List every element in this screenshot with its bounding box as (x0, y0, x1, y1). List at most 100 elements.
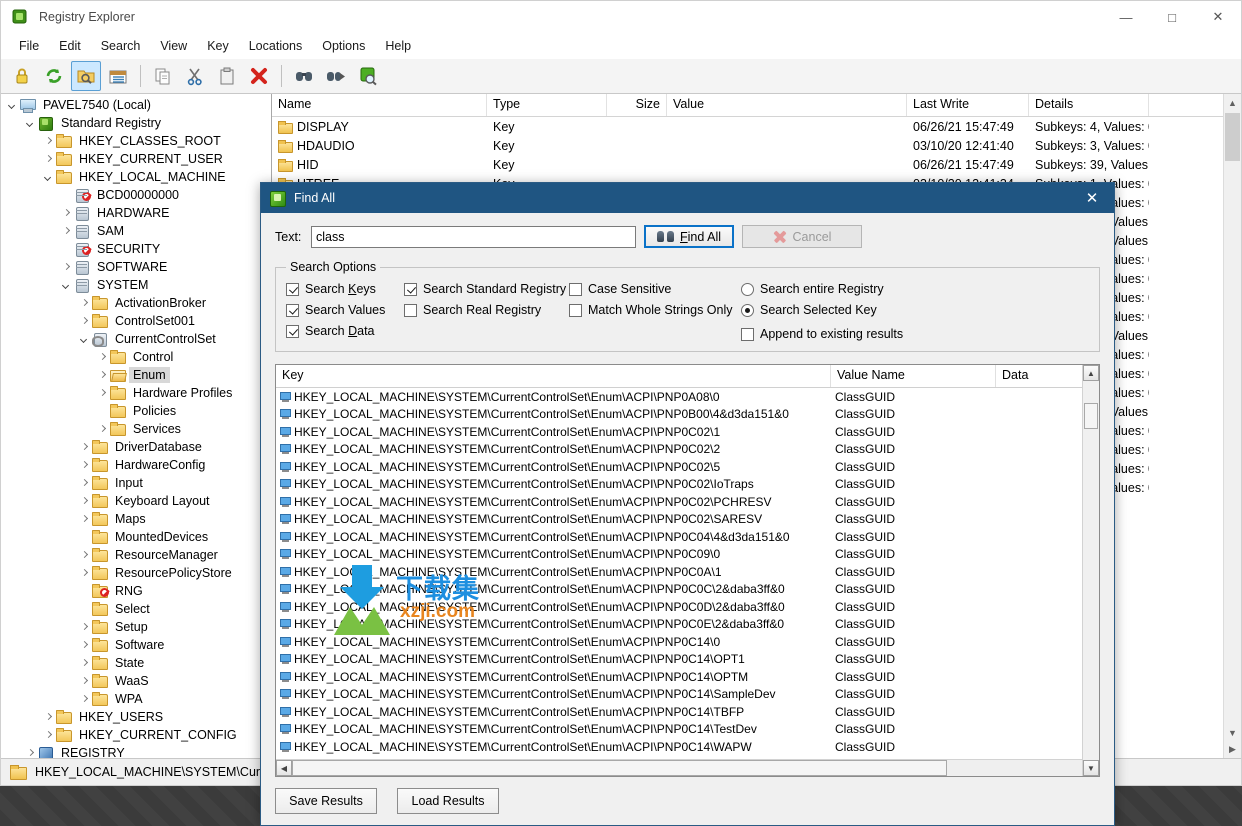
results-row[interactable]: HKEY_LOCAL_MACHINE\SYSTEM\CurrentControl… (276, 598, 1099, 616)
checkbox-search-standard-registry[interactable]: Search Standard Registry (404, 282, 569, 296)
dialog-close-button[interactable]: ✕ (1070, 183, 1114, 213)
results-hscroll-track[interactable] (947, 760, 1083, 776)
results-row[interactable]: HKEY_LOCAL_MACHINE\SYSTEM\CurrentControl… (276, 668, 1099, 686)
results-row[interactable]: HKEY_LOCAL_MACHINE\SYSTEM\CurrentControl… (276, 738, 1099, 756)
menu-item-search[interactable]: Search (91, 36, 151, 56)
menu-item-view[interactable]: View (150, 36, 197, 56)
chevron-right-icon[interactable] (79, 639, 91, 651)
results-row[interactable]: HKEY_LOCAL_MACHINE\SYSTEM\CurrentControl… (276, 756, 1099, 759)
radio-search-entire-registry[interactable]: Search entire Registry (741, 282, 903, 296)
list-row[interactable]: HID Key 06/26/21 15:47:49 Subkeys: 39, Valu… (272, 155, 1241, 174)
tree-item-hkey-local-machine[interactable]: HKEY_LOCAL_MACHINE (1, 168, 271, 186)
close-button[interactable]: ✕ (1195, 1, 1241, 33)
results-scroll-up-arrow[interactable]: ▲ (1083, 365, 1099, 381)
results-horizontal-scrollbar[interactable]: ◀ ▶ (276, 759, 1099, 776)
maximize-button[interactable]: □ (1149, 1, 1195, 33)
chevron-right-icon[interactable] (79, 675, 91, 687)
checkbox-search-data[interactable]: Search Data (286, 324, 404, 338)
results-row[interactable]: HKEY_LOCAL_MACHINE\SYSTEM\CurrentControl… (276, 686, 1099, 704)
tree-item-state[interactable]: State (1, 654, 271, 672)
tree-item-mounteddevices[interactable]: MountedDevices (1, 528, 271, 546)
results-row[interactable]: HKEY_LOCAL_MACHINE\SYSTEM\CurrentControl… (276, 721, 1099, 739)
refresh-icon[interactable] (39, 61, 69, 91)
tree-item-sam[interactable]: SAM (1, 222, 271, 240)
menu-item-key[interactable]: Key (197, 36, 239, 56)
cut-icon[interactable] (180, 61, 210, 91)
tree-item-activationbroker[interactable]: ActivationBroker (1, 294, 271, 312)
results-row[interactable]: HKEY_LOCAL_MACHINE\SYSTEM\CurrentControl… (276, 703, 1099, 721)
chevron-right-icon[interactable] (79, 441, 91, 453)
tree-item-select[interactable]: Select (1, 600, 271, 618)
results-vertical-scrollbar[interactable]: ▲ ▼ (1082, 365, 1099, 776)
tree-item-controlset001[interactable]: ControlSet001 (1, 312, 271, 330)
checkbox-search-keys[interactable]: Search Keys (286, 282, 404, 296)
tree-item-driverdatabase[interactable]: DriverDatabase (1, 438, 271, 456)
chevron-down-icon[interactable] (43, 171, 55, 183)
list-column-header-size[interactable]: Size (607, 94, 667, 116)
chevron-right-icon[interactable] (79, 549, 91, 561)
tree-item-hkey-current-user[interactable]: HKEY_CURRENT_USER (1, 150, 271, 168)
chevron-right-icon[interactable] (61, 261, 73, 273)
results-hscroll-thumb[interactable] (292, 760, 947, 776)
scroll-thumb[interactable] (1225, 113, 1240, 161)
results-row[interactable]: HKEY_LOCAL_MACHINE\SYSTEM\CurrentControl… (276, 528, 1099, 546)
menu-item-options[interactable]: Options (312, 36, 375, 56)
results-row[interactable]: HKEY_LOCAL_MACHINE\SYSTEM\CurrentControl… (276, 616, 1099, 634)
find-next-icon[interactable] (321, 61, 351, 91)
checkbox-match-whole-strings-only[interactable]: Match Whole Strings Only (569, 303, 741, 317)
chevron-right-icon[interactable] (61, 225, 73, 237)
menu-item-file[interactable]: File (9, 36, 49, 56)
bookmarks-icon[interactable] (103, 61, 133, 91)
results-column-header-value-name[interactable]: Value Name (831, 365, 996, 387)
results-scroll-down-arrow[interactable]: ▼ (1083, 760, 1099, 776)
minimize-button[interactable]: — (1103, 1, 1149, 33)
find-all-button[interactable]: Find All (644, 225, 734, 248)
chevron-down-icon[interactable] (25, 117, 37, 129)
tree-item-system[interactable]: SYSTEM (1, 276, 271, 294)
chevron-right-icon[interactable] (97, 423, 109, 435)
results-row[interactable]: HKEY_LOCAL_MACHINE\SYSTEM\CurrentControl… (276, 633, 1099, 651)
tree-item-hardwareconfig[interactable]: HardwareConfig (1, 456, 271, 474)
chevron-right-icon[interactable] (43, 153, 55, 165)
chevron-right-icon[interactable] (79, 459, 91, 471)
tree-item-hkey-users[interactable]: HKEY_USERS (1, 708, 271, 726)
chevron-right-icon[interactable] (79, 693, 91, 705)
chevron-down-icon[interactable] (61, 279, 73, 291)
tree-item-pavel7540-local-[interactable]: PAVEL7540 (Local) (1, 96, 271, 114)
checkbox-search-values[interactable]: Search Values (286, 303, 404, 317)
menu-item-edit[interactable]: Edit (49, 36, 91, 56)
results-row[interactable]: HKEY_LOCAL_MACHINE\SYSTEM\CurrentControl… (276, 651, 1099, 669)
results-row[interactable]: HKEY_LOCAL_MACHINE\SYSTEM\CurrentControl… (276, 406, 1099, 424)
results-column-header-key[interactable]: Key (276, 365, 831, 387)
chevron-right-icon[interactable] (79, 495, 91, 507)
list-vertical-scrollbar[interactable]: ▲ ▼ ▶ (1223, 94, 1241, 758)
tree-item-standard-registry[interactable]: Standard Registry (1, 114, 271, 132)
results-row[interactable]: HKEY_LOCAL_MACHINE\SYSTEM\CurrentControl… (276, 458, 1099, 476)
chevron-right-icon[interactable] (79, 621, 91, 633)
delete-icon[interactable] (244, 61, 274, 91)
results-scroll-left-arrow[interactable]: ◀ (276, 760, 292, 776)
results-row[interactable]: HKEY_LOCAL_MACHINE\SYSTEM\CurrentControl… (276, 563, 1099, 581)
load-results-button[interactable]: Load Results (397, 788, 499, 814)
chevron-right-icon[interactable] (25, 747, 37, 758)
chevron-right-icon[interactable] (79, 657, 91, 669)
chevron-right-icon[interactable] (79, 567, 91, 579)
tree-item-software[interactable]: Software (1, 636, 271, 654)
tree-item-enum[interactable]: Enum (1, 366, 271, 384)
tree-item-rng[interactable]: RNG (1, 582, 271, 600)
chevron-right-icon[interactable] (79, 513, 91, 525)
chevron-down-icon[interactable] (7, 99, 19, 111)
list-column-header-details[interactable]: Details (1029, 94, 1149, 116)
paste-icon[interactable] (212, 61, 242, 91)
list-row[interactable]: DISPLAY Key 06/26/21 15:47:49 Subkeys: 4, V… (272, 117, 1241, 136)
tree-item-hkey-classes-root[interactable]: HKEY_CLASSES_ROOT (1, 132, 271, 150)
scroll-right-arrow[interactable]: ▶ (1224, 741, 1241, 758)
list-column-header-last-write[interactable]: Last Write (907, 94, 1029, 116)
results-row[interactable]: HKEY_LOCAL_MACHINE\SYSTEM\CurrentControl… (276, 581, 1099, 599)
list-row[interactable]: HDAUDIO Key 03/10/20 12:41:40 Subkeys: 3, V… (272, 136, 1241, 155)
chevron-right-icon[interactable] (97, 387, 109, 399)
results-row[interactable]: HKEY_LOCAL_MACHINE\SYSTEM\CurrentControl… (276, 423, 1099, 441)
list-column-header-value[interactable]: Value (667, 94, 907, 116)
tree-item-setup[interactable]: Setup (1, 618, 271, 636)
tree-item-policies[interactable]: Policies (1, 402, 271, 420)
